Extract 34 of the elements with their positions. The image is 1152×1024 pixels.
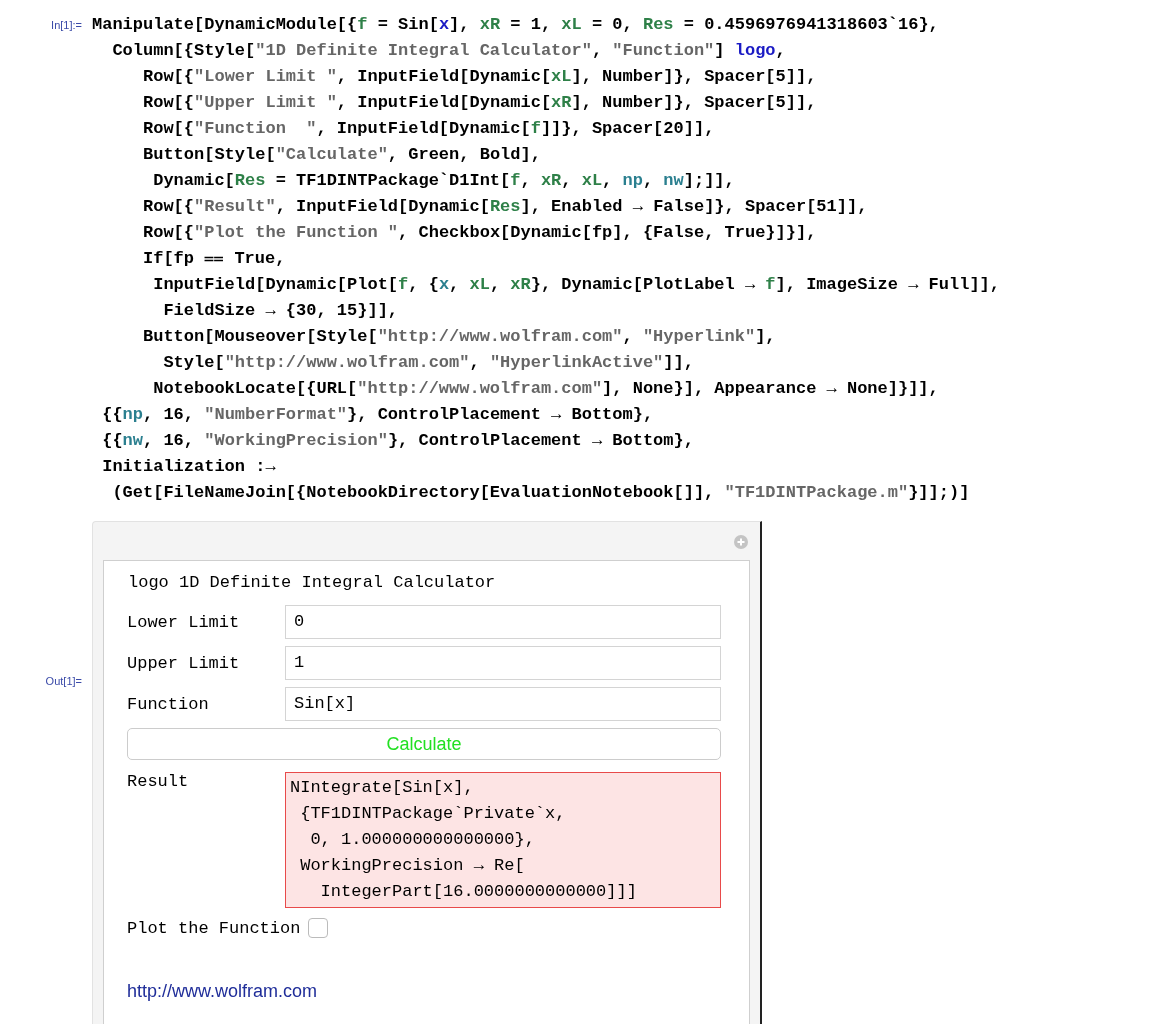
field-label: Upper Limit <box>127 653 241 673</box>
checkbox-label: Plot the Function <box>127 918 301 938</box>
code-line: Style["http://www.wolfram.com", "HyperlinkActive"]], <box>162 352 695 374</box>
code-line: FieldSize → {30, 15}]], <box>162 300 400 322</box>
code-line: (Get[FileNameJoin[{NotebookDirectory[EvaluationNotebook[]], "TF1DINTPackage.m"}]];)] <box>111 482 971 504</box>
input-field[interactable]: 0 <box>285 605 721 639</box>
output-label: Out[1]= <box>44 674 83 689</box>
code-line: {{np, 16, "NumberFormat"}, ControlPlacement → Bottom}, <box>101 404 655 426</box>
code-line: If[fp ⩵ True, <box>142 248 287 270</box>
input-label: In[1]:= <box>50 18 83 33</box>
input-field[interactable]: 1 <box>285 646 721 680</box>
code-line: Button[Mouseover[Style["http://www.wolfram.com", "Hyperlink"], <box>142 326 777 348</box>
code-line: Initialization :→ <box>101 456 277 478</box>
code-line: InputField[Dynamic[Plot[f, {x, xL, xR}, Dynamic[PlotLabel → f], ImageSize → Full]], <box>152 274 1000 296</box>
code-line: Manipulate[DynamicModule[{f = Sin[x], xR = 1, xL = 0, Res = 0.4596976941318603`16}, <box>92 14 940 36</box>
code-line: Dynamic[Res = TF1DINTPackage`D1Int[f, xR, xL, np, nw];]], <box>152 170 736 192</box>
code-line: Row[{"Upper Limit ", InputField[Dynamic[xR], Number]}, Spacer[5]], <box>142 92 818 114</box>
panel-title: logo 1D Definite Integral Calculator <box>128 572 497 594</box>
input-field[interactable]: Sin[x] <box>285 687 721 721</box>
result-field[interactable]: NIntegrate[Sin[x], {TF1DINTPackage`Private`x, 0, 1.000000000000000}, WorkingPrecision → Re[ IntegerPart[16.0000000000000]]] <box>285 772 721 908</box>
code-line: Column[{Style["1D Definite Integral Calculator", "Function"] logo, <box>111 40 787 62</box>
plus-circle-icon[interactable] <box>734 535 748 549</box>
field-label: Result <box>127 772 190 791</box>
code-line: Row[{"Lower Limit ", InputField[Dynamic[xL], Number]}, Spacer[5]], <box>142 66 818 88</box>
field-label: Function <box>127 694 210 714</box>
code-line: Row[{"Result", InputField[Dynamic[Res], Enabled → False]}, Spacer[51]], <box>142 196 869 218</box>
code-line: NotebookLocate[{URL["http://www.wolfram.com"], None}], Appearance → None]}]], <box>152 378 940 400</box>
field-label: Lower Limit <box>127 612 241 632</box>
website-link[interactable]: http://www.wolfram.com <box>127 981 318 1002</box>
code-line: Button[Style["Calculate", Green, Bold], <box>142 144 542 166</box>
plot-checkbox[interactable] <box>308 918 329 938</box>
code-line: Row[{"Plot the Function ", Checkbox[Dynamic[fp], {False, True}]}], <box>142 222 818 244</box>
code-line: Row[{"Function ", InputField[Dynamic[f]]}, Spacer[20]], <box>142 118 716 140</box>
code-line: {{nw, 16, "WorkingPrecision"}, ControlPlacement → Bottom}, <box>101 430 695 452</box>
